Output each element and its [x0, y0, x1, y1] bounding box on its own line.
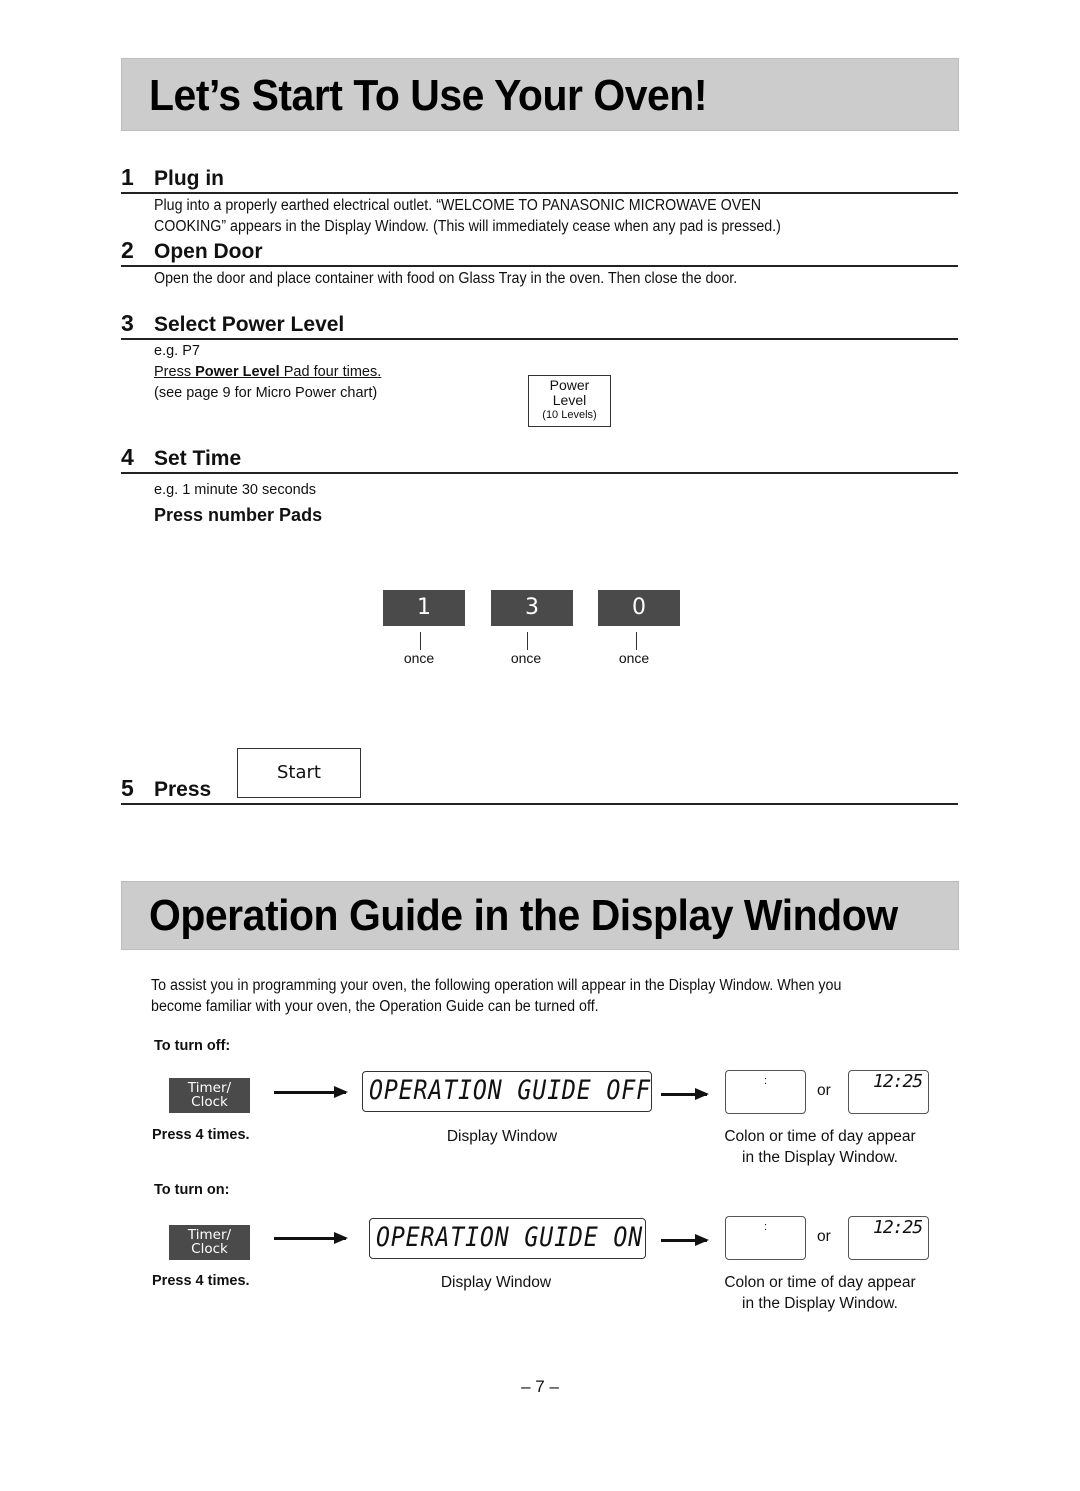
example-text: e.g. P7: [154, 343, 200, 359]
pad-label: Clock: [191, 1241, 228, 1257]
time-display: 12:25: [848, 1216, 929, 1260]
operation-guide-intro: To assist you in programming your oven, …: [151, 975, 841, 1017]
section-title: Operation Guide in the Display Window: [149, 891, 898, 940]
step-title: Press: [154, 778, 212, 801]
or-text: or: [817, 1228, 831, 1245]
start-pad[interactable]: Start: [237, 748, 361, 798]
step-number: 3: [121, 310, 134, 336]
pointer-line: [527, 632, 528, 650]
step-4-example: e.g. 1 minute 30 seconds: [154, 482, 317, 498]
pad-sublabel: (10 Levels): [542, 409, 597, 421]
pointer-line: [420, 632, 421, 650]
time-text: 12:25: [873, 1071, 923, 1092]
number-pad-1[interactable]: 1: [383, 590, 465, 626]
display-window: OPERATION GUIDE ON: [369, 1218, 646, 1259]
display-text: OPERATION GUIDE OFF: [369, 1075, 651, 1106]
step-title: Open Door: [154, 240, 263, 263]
result-caption: Colon or time of day appear in the Displ…: [700, 1126, 940, 1168]
step-3-description: e.g. P7 Press Power Level Pad four times…: [154, 341, 381, 404]
pad-label: Timer/: [187, 1227, 232, 1243]
timer-clock-pad[interactable]: Timer/ Clock: [169, 1078, 250, 1113]
step-1-description: Plug into a properly earthed electrical …: [154, 195, 781, 237]
section-banner-operation-guide: Operation Guide in the Display Window: [121, 881, 959, 950]
colon-text: :: [764, 1075, 768, 1087]
pad-label: Clock: [191, 1094, 228, 1110]
step-2-description: Open the door and place container with f…: [154, 268, 737, 289]
step-1-header: 1 Plug in: [121, 164, 958, 194]
step-title: Set Time: [154, 447, 242, 470]
press-note: Press 4 times.: [152, 1127, 250, 1143]
press-note: Press 4 times.: [152, 1273, 250, 1289]
text-line: in the Display Window.: [742, 1149, 898, 1166]
text-line: in the Display Window.: [742, 1295, 898, 1312]
step-number: 5: [121, 775, 134, 801]
time-text: 12:25: [873, 1217, 923, 1238]
colon-display: :: [725, 1216, 806, 1260]
text-line: become familiar with your oven, the Oper…: [151, 998, 599, 1015]
turn-on-label: To turn on:: [154, 1182, 230, 1198]
pointer-line: [636, 632, 637, 650]
time-display: 12:25: [848, 1070, 929, 1114]
step-title: Plug in: [154, 167, 224, 190]
display-window: OPERATION GUIDE OFF: [362, 1071, 652, 1112]
press-count-label: once: [510, 650, 542, 666]
text-line: To assist you in programming your oven, …: [151, 977, 842, 994]
arrow-right-icon: [274, 1232, 348, 1244]
display-caption: Display Window: [440, 1274, 552, 1291]
instruction-bold: Power Level: [195, 364, 280, 380]
result-caption: Colon or time of day appear in the Displ…: [700, 1272, 940, 1314]
display-text: OPERATION GUIDE ON: [376, 1222, 644, 1253]
step-3-header: 3 Select Power Level: [121, 310, 958, 340]
turn-off-label: To turn off:: [154, 1038, 231, 1054]
step-number: 4: [121, 444, 134, 470]
number-pad-3[interactable]: 3: [491, 590, 573, 626]
number-pad-0[interactable]: 0: [598, 590, 680, 626]
step-2-header: 2 Open Door: [121, 237, 958, 267]
step-number: 2: [121, 237, 134, 263]
timer-clock-pad[interactable]: Timer/ Clock: [169, 1225, 250, 1260]
section-title: Let’s Start To Use Your Oven!: [149, 71, 707, 120]
display-caption: Display Window: [446, 1128, 558, 1145]
arrow-right-icon: [274, 1086, 348, 1098]
press-count-label: once: [618, 650, 650, 666]
pad-label: Power: [549, 377, 590, 393]
text-line: Colon or time of day appear: [724, 1128, 916, 1145]
arrow-right-icon: [661, 1088, 709, 1100]
step-title: Select Power Level: [154, 313, 345, 336]
pad-label: Timer/: [187, 1080, 232, 1096]
note-text: (see page 9 for Micro Power chart): [154, 385, 378, 401]
section-banner-start: Let’s Start To Use Your Oven!: [121, 58, 959, 131]
instruction-prefix: Press: [154, 364, 196, 380]
instruction-suffix: Pad four times.: [279, 364, 382, 380]
colon-display: :: [725, 1070, 806, 1114]
step-number: 1: [121, 164, 134, 190]
instruction-text: Press Power Level Pad four times.: [154, 362, 381, 383]
text-line: Colon or time of day appear: [724, 1274, 916, 1291]
text-line: Plug into a properly earthed electrical …: [154, 197, 762, 214]
or-text: or: [817, 1082, 831, 1099]
power-level-pad[interactable]: Power Level (10 Levels): [528, 375, 611, 427]
press-count-label: once: [403, 650, 435, 666]
page-number: – 7 –: [521, 1377, 559, 1396]
step-4-header: 4 Set Time: [121, 444, 958, 474]
pad-label: Level: [552, 392, 587, 408]
arrow-right-icon: [661, 1234, 709, 1246]
step-4-subheading: Press number Pads: [154, 505, 323, 525]
text-line: COOKING” appears in the Display Window. …: [154, 218, 781, 235]
colon-text: :: [764, 1221, 768, 1233]
text-line: Open the door and place container with f…: [154, 270, 738, 287]
